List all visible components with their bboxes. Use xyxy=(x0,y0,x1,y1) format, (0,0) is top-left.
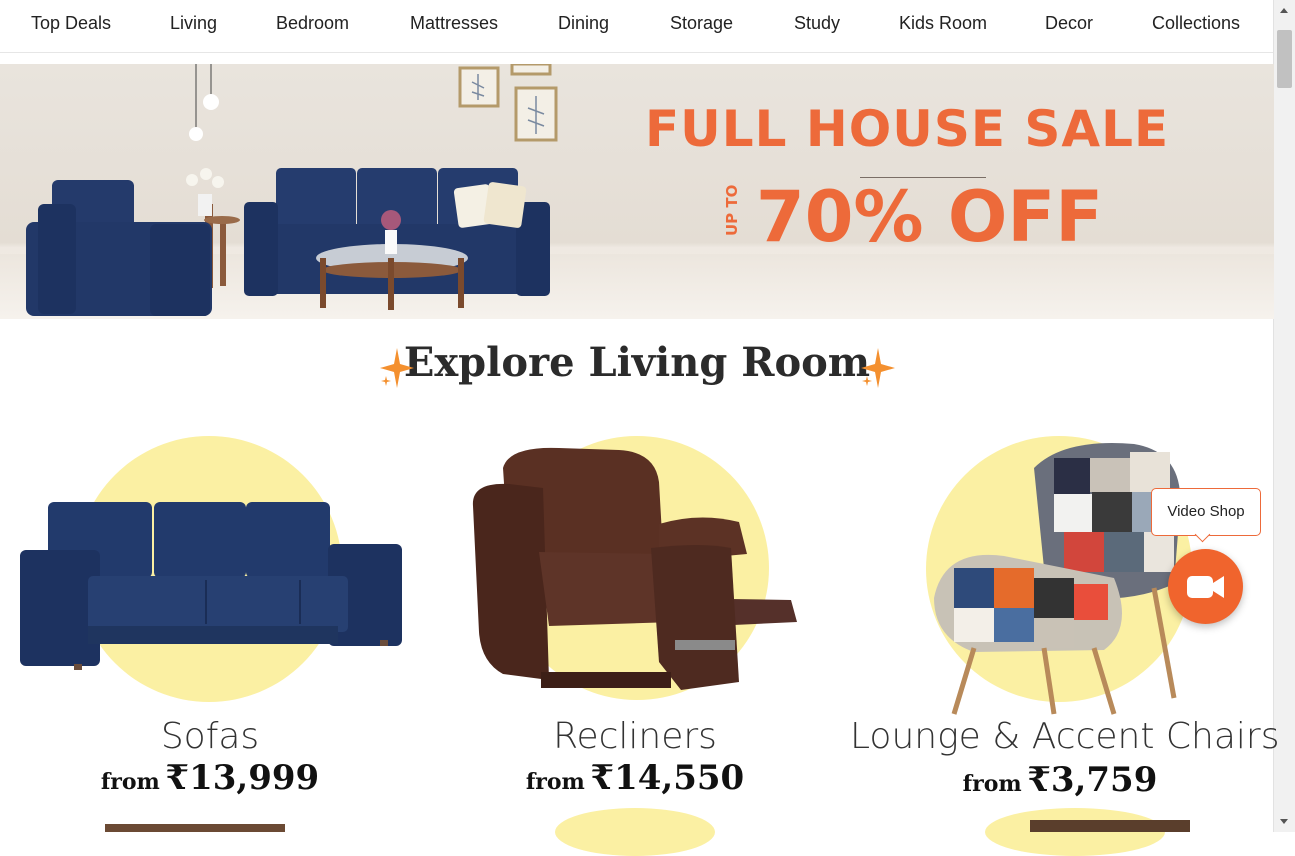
recliner-image xyxy=(472,447,797,690)
scroll-up-arrow-icon[interactable] xyxy=(1280,8,1288,13)
price-prefix: from xyxy=(100,769,160,795)
scrollbar-thumb[interactable] xyxy=(1277,30,1292,88)
banner-upto-label: UP TO xyxy=(723,184,741,236)
category-card-sofas[interactable]: Sofas from ₹13,999 xyxy=(0,430,420,810)
nav-storage[interactable]: Storage xyxy=(670,13,733,34)
page-scrollbar[interactable] xyxy=(1273,0,1295,832)
nav-top-deals[interactable]: Top Deals xyxy=(31,13,111,34)
next-row-circle-peek xyxy=(985,808,1165,856)
sparkle-left-icon xyxy=(380,348,414,388)
next-row-product-peek xyxy=(1030,820,1190,832)
next-row-product-peek xyxy=(105,824,285,832)
category-label: Lounge & Accent Chairs xyxy=(850,716,1280,757)
banner-title: FULL HOUSE SALE xyxy=(645,100,1170,158)
category-card-recliners[interactable]: Recliners from ₹14,550 xyxy=(425,430,845,810)
price-prefix: from xyxy=(525,769,585,795)
video-shop-tooltip[interactable]: Video Shop xyxy=(1151,488,1261,536)
nav-mattresses[interactable]: Mattresses xyxy=(410,13,498,34)
section-title: Explore Living Room xyxy=(403,339,871,386)
banner-living-room-illustration xyxy=(26,64,558,316)
lounge-chair-image xyxy=(934,443,1181,715)
sofa-image xyxy=(20,502,402,670)
banner-discount: 70% OFF xyxy=(756,176,1104,258)
sale-banner[interactable]: FULL HOUSE SALE UP TO 70% OFF xyxy=(0,64,1274,319)
price-value: ₹13,999 xyxy=(165,758,320,798)
category-label: Recliners xyxy=(553,716,717,757)
video-shop-button[interactable] xyxy=(1168,549,1243,624)
next-row-circle-peek xyxy=(555,808,715,856)
sparkle-right-icon xyxy=(861,348,895,388)
category-price: from ₹14,550 xyxy=(425,758,845,798)
category-price: from ₹13,999 xyxy=(0,758,420,798)
top-nav: Top Deals Living Bedroom Mattresses Dini… xyxy=(0,0,1274,53)
nav-dining[interactable]: Dining xyxy=(558,13,609,34)
nav-decor[interactable]: Decor xyxy=(1045,13,1093,34)
nav-living[interactable]: Living xyxy=(170,13,217,34)
price-value: ₹14,550 xyxy=(590,758,745,798)
scroll-down-arrow-icon[interactable] xyxy=(1280,819,1288,824)
nav-study[interactable]: Study xyxy=(794,13,840,34)
price-value: ₹3,759 xyxy=(1027,760,1158,800)
price-prefix: from xyxy=(962,771,1022,797)
nav-bedroom[interactable]: Bedroom xyxy=(276,13,349,34)
video-camera-icon xyxy=(1187,576,1224,598)
nav-kids-room[interactable]: Kids Room xyxy=(899,13,987,34)
nav-collections[interactable]: Collections xyxy=(1152,13,1240,34)
category-label: Sofas xyxy=(160,716,260,757)
category-price: from ₹3,759 xyxy=(850,760,1270,800)
